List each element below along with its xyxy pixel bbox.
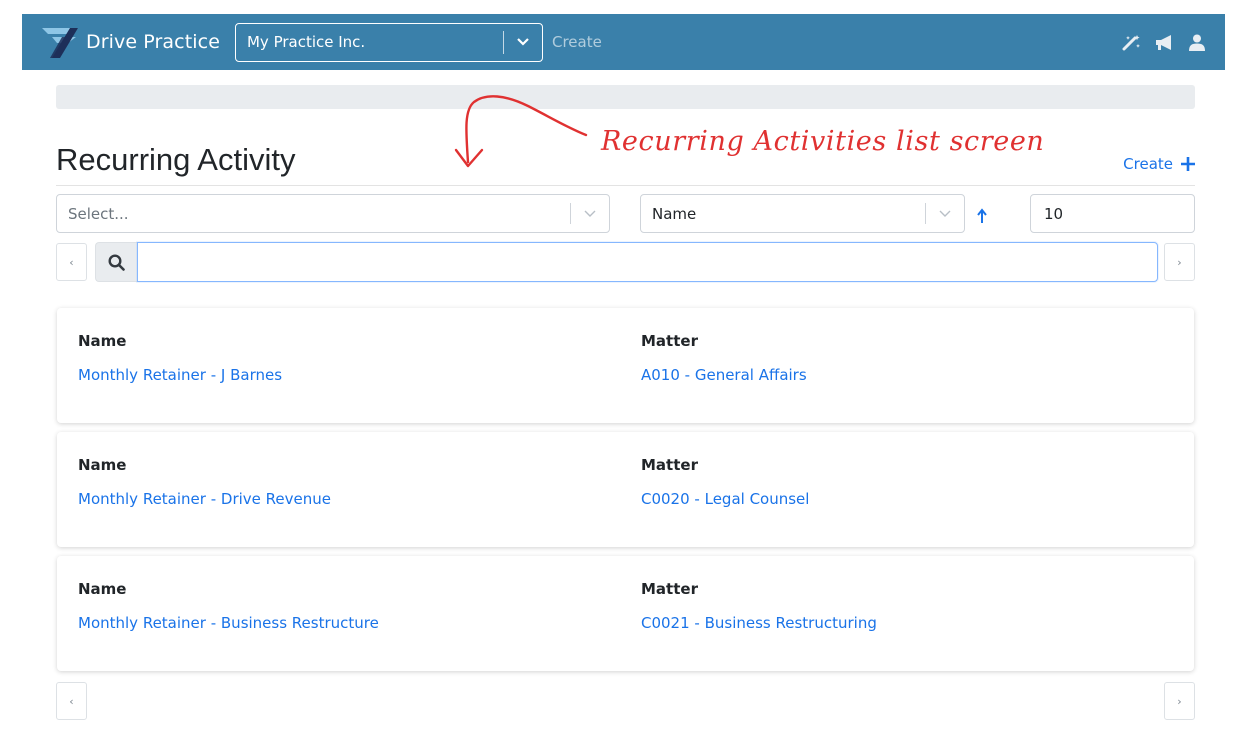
navbar-actions	[1122, 14, 1205, 70]
matter-label: Matter	[641, 456, 698, 474]
list-item: Name Monthly Retainer - Business Restruc…	[57, 556, 1194, 671]
name-label: Name	[78, 456, 127, 474]
brand[interactable]: Drive Practice	[40, 14, 220, 70]
matter-link[interactable]: C0020 - Legal Counsel	[641, 490, 809, 508]
list-item: Name Monthly Retainer - Drive Revenue Ma…	[57, 432, 1194, 547]
matter-column: Matter A010 - General Affairs	[641, 332, 807, 384]
name-column: Name Monthly Retainer - Business Restruc…	[78, 580, 379, 632]
annotation-text: Recurring Activities list screen	[601, 126, 1045, 157]
chevron-down-icon[interactable]	[504, 38, 542, 46]
nav-create-link[interactable]: Create	[552, 33, 602, 51]
divider	[56, 185, 1195, 186]
activity-name-link[interactable]: Monthly Retainer - Business Restructure	[78, 614, 379, 632]
matter-link[interactable]: A010 - General Affairs	[641, 366, 807, 384]
page-size-input[interactable]: 10	[1030, 194, 1195, 233]
user-icon[interactable]	[1189, 34, 1205, 51]
sort-ascending-icon[interactable]	[976, 208, 988, 228]
breadcrumb	[56, 85, 1195, 109]
chevron-down-icon[interactable]	[571, 210, 609, 218]
practice-select-value: My Practice Inc.	[246, 33, 366, 51]
matter-column: Matter C0021 - Business Restructuring	[641, 580, 877, 632]
name-label: Name	[78, 580, 127, 598]
prev-page-button[interactable]: ‹	[56, 682, 87, 720]
activity-name-link[interactable]: Monthly Retainer - J Barnes	[78, 366, 282, 384]
magic-wand-icon[interactable]	[1122, 34, 1141, 51]
matter-column: Matter C0020 - Legal Counsel	[641, 456, 809, 508]
filter-select[interactable]: Select...	[56, 194, 610, 233]
list-item: Name Monthly Retainer - J Barnes Matter …	[57, 308, 1194, 423]
matter-label: Matter	[641, 332, 698, 350]
next-page-button[interactable]: ›	[1164, 682, 1195, 720]
drive-practice-logo-icon	[42, 28, 78, 58]
create-button-label: Create	[1123, 155, 1173, 173]
name-column: Name Monthly Retainer - Drive Revenue	[78, 456, 331, 508]
search-icon	[95, 242, 137, 282]
annotation-arrow-icon	[454, 95, 588, 168]
sort-field-select[interactable]: Name	[640, 194, 965, 233]
plus-icon	[1181, 157, 1195, 171]
search-input[interactable]	[137, 242, 1158, 282]
sort-field-value: Name	[652, 204, 697, 223]
activity-name-link[interactable]: Monthly Retainer - Drive Revenue	[78, 490, 331, 508]
filter-select-placeholder: Select...	[68, 204, 129, 223]
practice-select[interactable]: My Practice Inc.	[234, 22, 543, 62]
name-column: Name Monthly Retainer - J Barnes	[78, 332, 282, 384]
chevron-down-icon[interactable]	[926, 210, 964, 218]
brand-name: Drive Practice	[86, 31, 220, 53]
next-page-button[interactable]: ›	[1164, 243, 1195, 281]
top-navbar: Drive Practice My Practice Inc. Create	[22, 14, 1225, 70]
matter-link[interactable]: C0021 - Business Restructuring	[641, 614, 877, 632]
prev-page-button[interactable]: ‹	[56, 243, 87, 281]
name-label: Name	[78, 332, 127, 350]
create-button[interactable]: Create	[1123, 155, 1195, 173]
matter-label: Matter	[641, 580, 698, 598]
page-title: Recurring Activity	[56, 142, 296, 177]
megaphone-icon[interactable]	[1155, 34, 1175, 51]
